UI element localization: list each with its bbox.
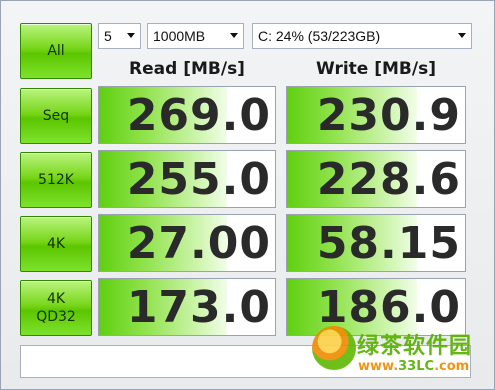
write-value: 228.6 [316,154,461,205]
all-button-label: All [47,43,65,59]
watermark-logo-icon [312,326,356,370]
all-button[interactable]: All [20,23,92,79]
read-result-cell: 27.00 [98,214,276,272]
seq-button[interactable]: Seq [20,88,92,144]
4k-button[interactable]: 4K [20,216,92,272]
write-result-cell: 230.9 [286,86,466,144]
read-result-cell: 173.0 [98,278,276,336]
test-count-select[interactable]: 5 [98,23,141,49]
row-label: Seq [42,108,70,124]
read-value: 27.00 [126,218,271,269]
read-value: 173.0 [126,282,271,333]
row-label-sub: QD32 [36,309,76,325]
test-size-select[interactable]: 1000MB [147,23,244,49]
write-value: 58.15 [316,218,461,269]
read-result-cell: 269.0 [98,86,276,144]
watermark-url: www.33LC.com [358,359,469,374]
row-label: 512K [38,172,74,188]
4k-qd32-button[interactable]: 4K QD32 [20,280,92,336]
url-suffix: .com [434,359,470,374]
row-label: 4K [46,236,66,252]
url-mid: 33LC [398,359,435,374]
write-result-cell: 58.15 [286,214,466,272]
read-column-header: Read [MB/s] [129,59,245,79]
test-count-value: 5 [104,28,112,44]
row-label: 4K [46,291,66,307]
chevron-down-icon [230,33,238,38]
watermark-brand: 绿茶软件园 [357,334,473,359]
drive-value: C: 24% (53/223GB) [258,28,381,44]
write-value: 230.9 [316,90,461,141]
read-value: 255.0 [126,154,271,205]
url-prefix: www. [358,359,399,374]
drive-select[interactable]: C: 24% (53/223GB) [252,23,472,49]
chevron-down-icon [458,33,466,38]
write-result-cell: 228.6 [286,150,466,208]
read-result-cell: 255.0 [98,150,276,208]
read-value: 269.0 [126,90,271,141]
test-size-value: 1000MB [153,28,206,44]
write-column-header: Write [MB/s] [316,59,436,79]
512k-button[interactable]: 512K [20,152,92,208]
chevron-down-icon [127,33,135,38]
